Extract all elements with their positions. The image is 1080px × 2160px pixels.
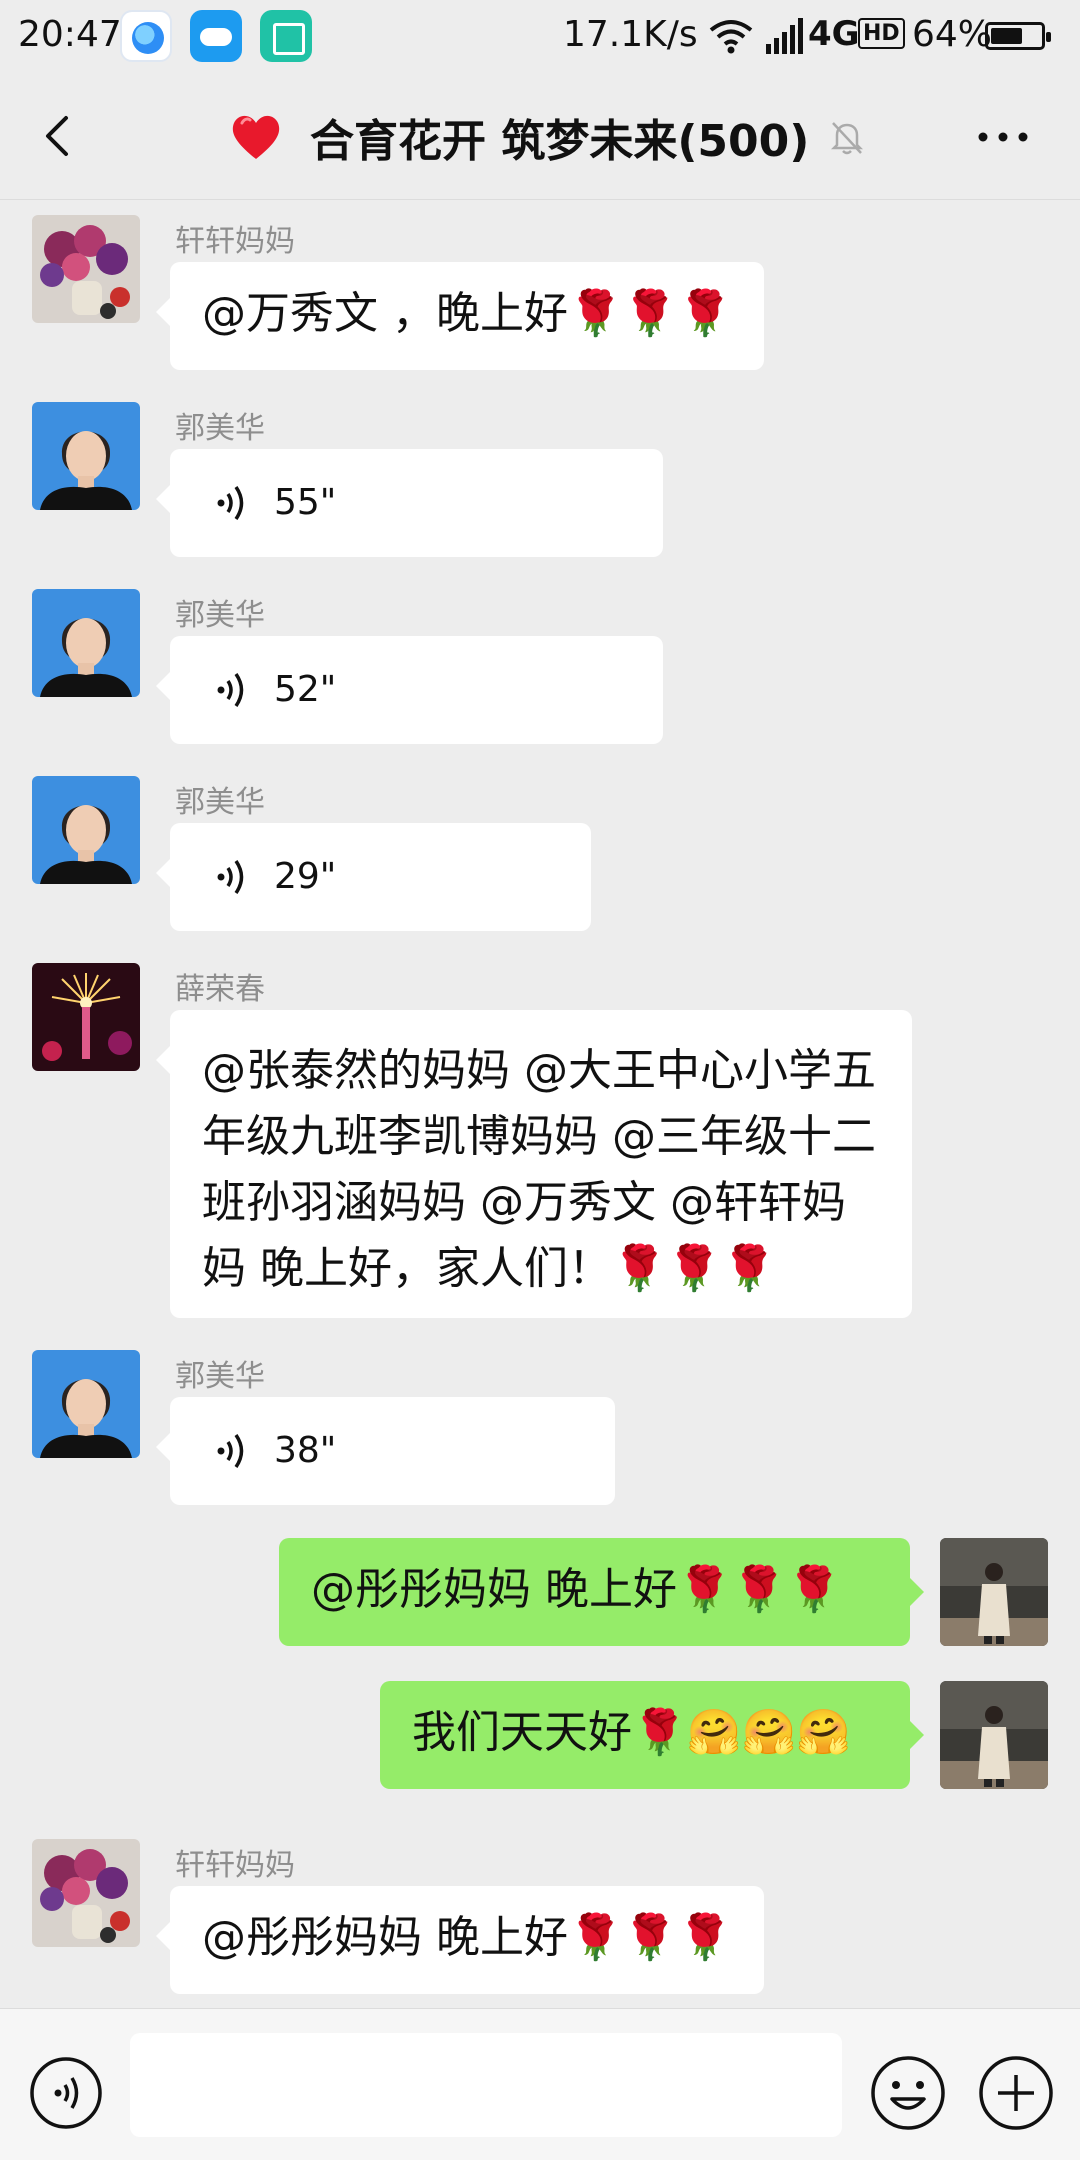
voice-duration: 29" [274, 856, 337, 897]
sender-name: 轩轩妈妈 [175, 1848, 295, 1883]
battery-percent: 64% [912, 14, 993, 55]
avatar[interactable] [32, 215, 140, 323]
weather-icon [190, 10, 242, 62]
my-avatar[interactable] [940, 1538, 1048, 1646]
signal-icon [766, 18, 803, 54]
avatar[interactable] [32, 1350, 140, 1458]
message-bubble[interactable]: 我们天天好🌹🤗🤗🤗 [380, 1681, 924, 1789]
more-icon[interactable] [978, 132, 1028, 142]
voice-play-icon [217, 486, 244, 520]
message-text: @万秀文 ，晚上好🌹🌹🌹 [202, 288, 733, 339]
browser-icon [120, 10, 172, 62]
voice-input-icon[interactable] [28, 2055, 104, 2131]
voice-play-icon [217, 1434, 244, 1468]
heart-icon [232, 115, 280, 159]
fireworks-avatar-image [32, 963, 140, 1071]
sender-name: 郭美华 [175, 598, 265, 633]
scan-icon [260, 10, 312, 62]
voice-duration: 52" [274, 669, 337, 710]
sender-name: 郭美华 [175, 785, 265, 820]
message-text: @彤彤妈妈 晚上好🌹🌹🌹 [311, 1564, 842, 1615]
avatar[interactable] [32, 963, 140, 1071]
avatar[interactable] [32, 776, 140, 884]
hd-badge: HD [858, 18, 905, 49]
battery-level [991, 28, 1022, 44]
voice-message-bubble[interactable]: 38" [156, 1397, 615, 1505]
mute-bell-icon [831, 122, 864, 155]
portrait-avatar-image [32, 776, 140, 884]
battery-icon [985, 22, 1051, 50]
voice-duration: 38" [274, 1430, 337, 1471]
voice-message-bubble[interactable]: 55" [156, 449, 663, 557]
chat-message-list[interactable]: 轩轩妈妈 @万秀文 ，晚上好🌹🌹🌹 郭美华 55" 郭美华 52" 郭美华 29… [0, 200, 1080, 2008]
avatar[interactable] [32, 589, 140, 697]
self-avatar-image [940, 1681, 1048, 1789]
self-avatar-image [940, 1538, 1048, 1646]
chat-header: 合育花开 筑梦未来(500) [0, 72, 1080, 200]
avatar[interactable] [32, 1839, 140, 1947]
net-speed: 17.1K/s [563, 14, 698, 55]
portrait-avatar-image [32, 1350, 140, 1458]
input-bar [0, 2008, 1080, 2160]
back-icon[interactable] [30, 106, 90, 166]
sender-name: 轩轩妈妈 [175, 224, 295, 259]
flower-avatar-image [32, 1839, 140, 1947]
message-bubble[interactable]: @彤彤妈妈 晚上好🌹🌹🌹 [155, 1886, 765, 1994]
flower-avatar-image [32, 215, 140, 323]
sender-name: 薛荣春 [175, 972, 265, 1007]
voice-play-icon [217, 860, 244, 894]
chat-title: 合育花开 筑梦未来(500) [310, 116, 810, 167]
message-text: 我们天天好🌹🤗🤗🤗 [412, 1707, 852, 1758]
sender-name: 郭美华 [175, 1359, 265, 1394]
status-bar: 20:47 17.1K/s 4G HD 64% [0, 0, 1080, 72]
message-text: @张泰然的妈妈 @大王中心小学五年级九班李凯博妈妈 @三年级十二班孙羽涵妈妈 @… [202, 1045, 876, 1294]
status-time: 20:47 [18, 14, 122, 55]
voice-message-bubble[interactable]: 29" [156, 823, 591, 931]
voice-play-icon [217, 673, 244, 707]
portrait-avatar-image [32, 402, 140, 510]
avatar[interactable] [32, 402, 140, 510]
message-bubble[interactable]: @万秀文 ，晚上好🌹🌹🌹 [155, 262, 765, 370]
my-avatar[interactable] [940, 1681, 1048, 1789]
wifi-icon [709, 20, 753, 54]
plus-icon[interactable] [976, 2053, 1056, 2133]
network-type: 4G [808, 14, 860, 54]
message-bubble[interactable]: @张泰然的妈妈 @大王中心小学五年级九班李凯博妈妈 @三年级十二班孙羽涵妈妈 @… [156, 1010, 912, 1318]
portrait-avatar-image [32, 589, 140, 697]
sender-name: 郭美华 [175, 411, 265, 446]
emoji-icon[interactable] [868, 2053, 948, 2133]
message-input[interactable] [130, 2033, 842, 2137]
voice-duration: 55" [274, 482, 337, 523]
voice-message-bubble[interactable]: 52" [156, 636, 663, 744]
message-text: @彤彤妈妈 晚上好🌹🌹🌹 [202, 1912, 733, 1963]
chat-title-group: 合育花开 筑梦未来(500) [228, 102, 867, 172]
message-bubble[interactable]: @彤彤妈妈 晚上好🌹🌹🌹 [279, 1538, 924, 1646]
